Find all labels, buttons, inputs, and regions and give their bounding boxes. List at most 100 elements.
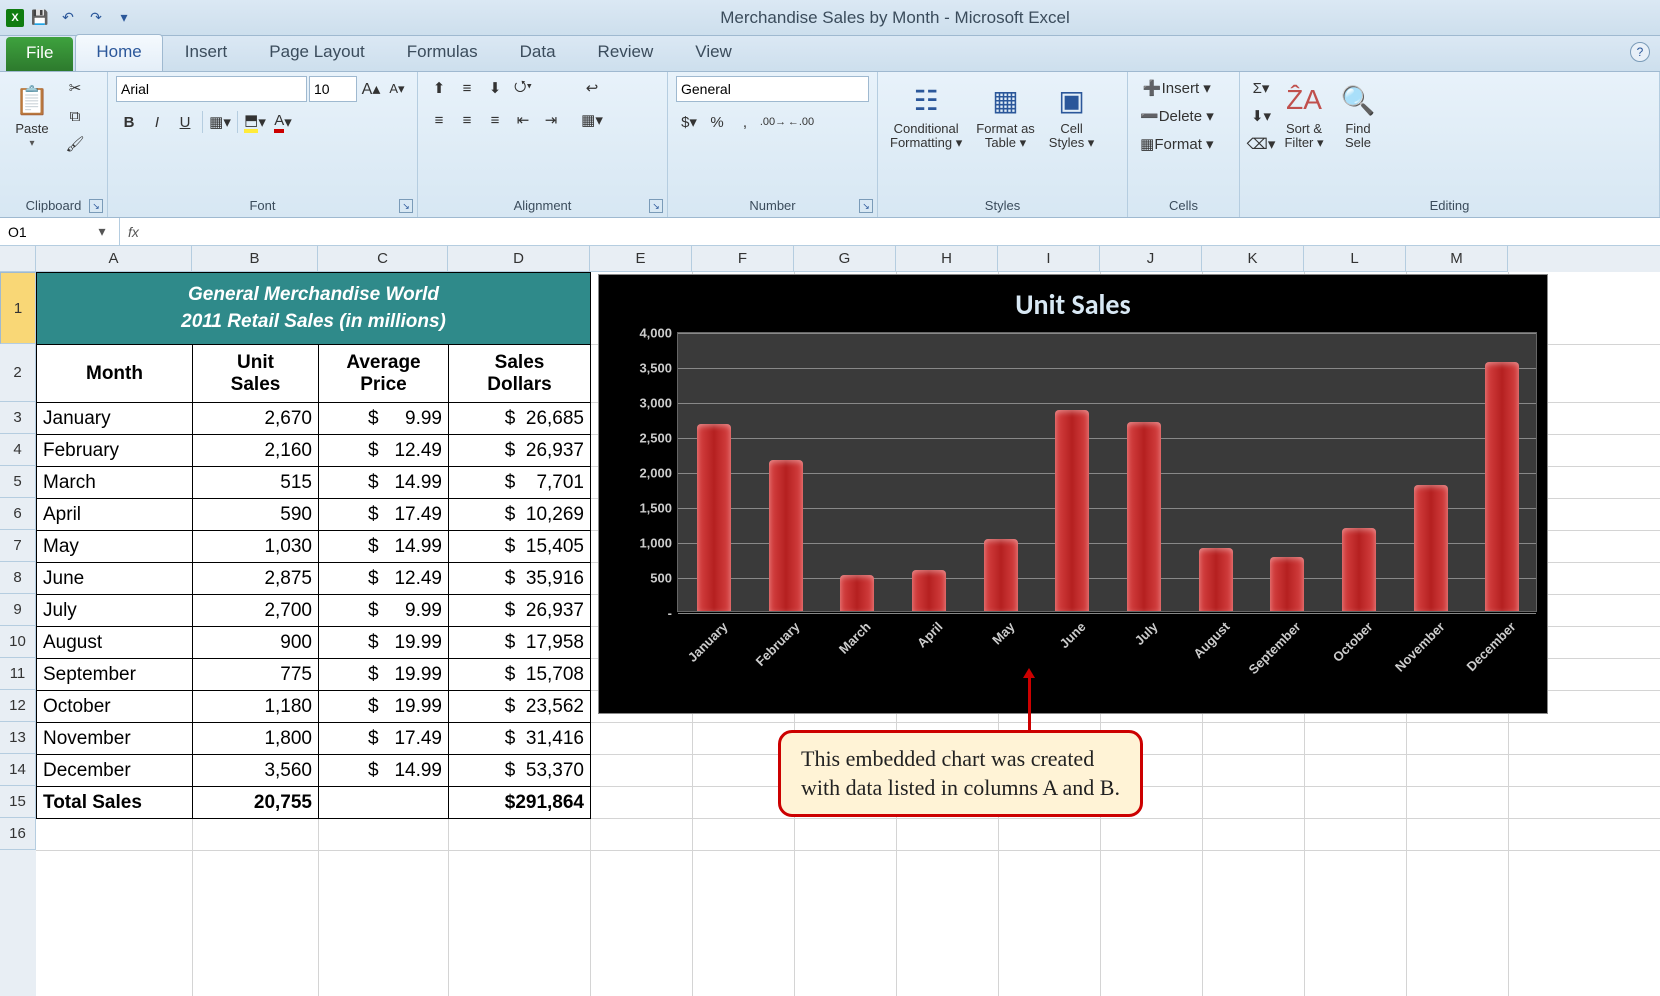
underline-button[interactable]: U (172, 110, 198, 134)
format-cells-button[interactable]: ▦ Format ▾ (1136, 132, 1218, 156)
cell-styles-button[interactable]: ▣Cell Styles ▾ (1045, 76, 1099, 155)
chart-bar-march[interactable] (840, 575, 874, 611)
help-button[interactable]: ? (1630, 42, 1650, 62)
row-header-13[interactable]: 13 (0, 722, 36, 754)
font-name-select[interactable] (116, 76, 307, 102)
redo-button[interactable]: ↷ (84, 6, 108, 30)
paste-button[interactable]: 📋 Paste ▾ (8, 76, 56, 153)
borders-button[interactable]: ▦▾ (207, 110, 233, 134)
tab-formulas[interactable]: Formulas (387, 35, 498, 71)
column-header-G[interactable]: G (794, 246, 896, 272)
column-header-K[interactable]: K (1202, 246, 1304, 272)
row-header-16[interactable]: 16 (0, 818, 36, 850)
row-header-11[interactable]: 11 (0, 658, 36, 690)
currency-button[interactable]: $▾ (676, 110, 702, 134)
comma-button[interactable]: , (732, 110, 758, 134)
sort-filter-button[interactable]: ẐASort & Filter ▾ (1280, 76, 1328, 155)
column-header-C[interactable]: C (318, 246, 448, 272)
tab-review[interactable]: Review (578, 35, 674, 71)
number-dialog-launcher[interactable]: ↘ (859, 199, 873, 213)
chart-bar-july[interactable] (1127, 422, 1161, 611)
name-box-dropdown[interactable]: ▾ (93, 223, 111, 240)
format-painter-button[interactable]: 🖌 (62, 132, 88, 156)
autosum-button[interactable]: Σ▾ (1248, 76, 1274, 100)
increase-decimal-button[interactable]: .00→ (760, 110, 786, 134)
row-header-5[interactable]: 5 (0, 466, 36, 498)
find-select-button[interactable]: 🔍Find Sele (1334, 76, 1382, 155)
tab-data[interactable]: Data (500, 35, 576, 71)
chart-bar-december[interactable] (1485, 362, 1519, 611)
italic-button[interactable]: I (144, 110, 170, 134)
tab-insert[interactable]: Insert (165, 35, 248, 71)
bold-button[interactable]: B (116, 110, 142, 134)
fill-color-button[interactable]: ⬒▾ (242, 110, 268, 134)
row-header-8[interactable]: 8 (0, 562, 36, 594)
column-header-B[interactable]: B (192, 246, 318, 272)
chart-bar-september[interactable] (1270, 557, 1304, 611)
embedded-chart[interactable]: Unit Sales -5001,0001,5002,0002,5003,000… (598, 274, 1548, 714)
qat-customize-button[interactable]: ▾ (112, 6, 136, 30)
insert-cells-button[interactable]: ➕ Insert ▾ (1136, 76, 1218, 100)
align-top-button[interactable]: ⬆ (426, 76, 452, 100)
chart-bar-may[interactable] (984, 539, 1018, 611)
orientation-button[interactable]: ⭯▾ (510, 76, 536, 100)
row-header-6[interactable]: 6 (0, 498, 36, 530)
column-header-H[interactable]: H (896, 246, 998, 272)
file-tab[interactable]: File (6, 37, 73, 71)
tab-home[interactable]: Home (75, 34, 162, 71)
delete-cells-button[interactable]: ➖ Delete ▾ (1136, 104, 1218, 128)
merge-center-button[interactable]: ▦▾ (576, 108, 608, 132)
chart-bar-april[interactable] (912, 570, 946, 611)
decrease-decimal-button[interactable]: ←.00 (788, 110, 814, 134)
row-header-4[interactable]: 4 (0, 434, 36, 466)
fx-icon[interactable]: fx (128, 224, 139, 240)
row-header-7[interactable]: 7 (0, 530, 36, 562)
column-header-L[interactable]: L (1304, 246, 1406, 272)
save-button[interactable]: 💾 (28, 6, 52, 30)
column-header-F[interactable]: F (692, 246, 794, 272)
tab-page-layout[interactable]: Page Layout (249, 35, 384, 71)
clipboard-dialog-launcher[interactable]: ↘ (89, 199, 103, 213)
column-header-A[interactable]: A (36, 246, 192, 272)
row-header-14[interactable]: 14 (0, 754, 36, 786)
font-color-button[interactable]: A▾ (270, 110, 296, 134)
alignment-dialog-launcher[interactable]: ↘ (649, 199, 663, 213)
chart-bar-august[interactable] (1199, 548, 1233, 611)
column-header-D[interactable]: D (448, 246, 590, 272)
chart-bar-february[interactable] (769, 460, 803, 611)
font-size-select[interactable] (309, 76, 357, 102)
cut-button[interactable]: ✂ (62, 76, 88, 100)
row-header-10[interactable]: 10 (0, 626, 36, 658)
wrap-text-button[interactable]: ↩ (576, 76, 608, 100)
format-as-table-button[interactable]: ▦Format as Table ▾ (972, 76, 1039, 155)
row-header-3[interactable]: 3 (0, 402, 36, 434)
row-header-9[interactable]: 9 (0, 594, 36, 626)
conditional-formatting-button[interactable]: ☷Conditional Formatting ▾ (886, 76, 966, 155)
increase-indent-button[interactable]: ⇥ (538, 108, 564, 132)
row-header-12[interactable]: 12 (0, 690, 36, 722)
row-header-2[interactable]: 2 (0, 344, 36, 402)
undo-button[interactable]: ↶ (56, 6, 80, 30)
column-header-I[interactable]: I (998, 246, 1100, 272)
align-middle-button[interactable]: ≡ (454, 76, 480, 100)
chart-bar-june[interactable] (1055, 410, 1089, 611)
font-dialog-launcher[interactable]: ↘ (399, 199, 413, 213)
column-header-M[interactable]: M (1406, 246, 1508, 272)
grow-font-button[interactable]: A▴ (359, 77, 383, 101)
column-header-E[interactable]: E (590, 246, 692, 272)
select-all-button[interactable] (0, 246, 36, 272)
row-header-15[interactable]: 15 (0, 786, 36, 818)
column-header-J[interactable]: J (1100, 246, 1202, 272)
percent-button[interactable]: % (704, 110, 730, 134)
shrink-font-button[interactable]: A▾ (385, 77, 409, 101)
tab-view[interactable]: View (675, 35, 752, 71)
row-header-1[interactable]: 1 (0, 272, 36, 344)
align-left-button[interactable]: ≡ (426, 108, 452, 132)
decrease-indent-button[interactable]: ⇤ (510, 108, 536, 132)
align-center-button[interactable]: ≡ (454, 108, 480, 132)
align-bottom-button[interactable]: ⬇ (482, 76, 508, 100)
chart-bar-october[interactable] (1342, 528, 1376, 611)
copy-button[interactable]: ⧉ (62, 104, 88, 128)
align-right-button[interactable]: ≡ (482, 108, 508, 132)
formula-input[interactable] (147, 224, 1652, 240)
